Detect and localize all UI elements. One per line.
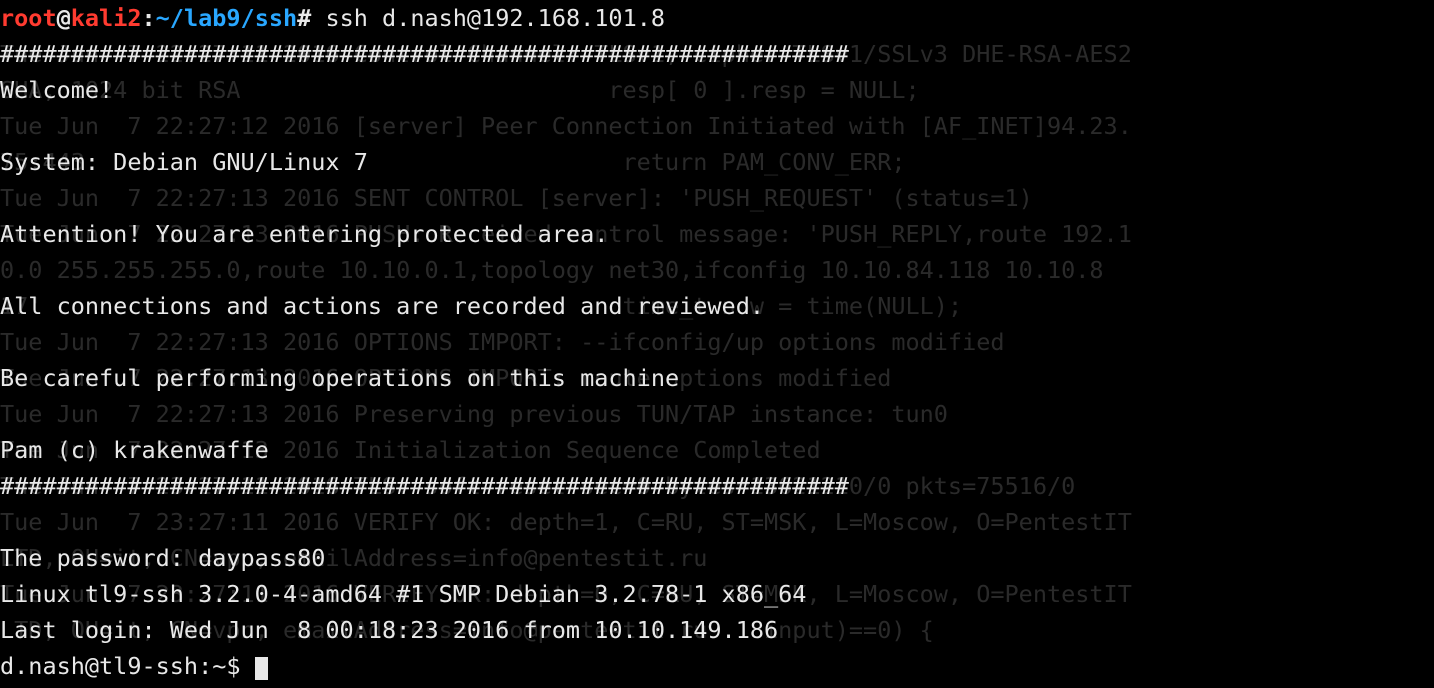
terminal-session[interactable]: root@kali2:~/lab9/ssh# ssh d.nash@192.16…: [0, 0, 849, 684]
banner-recorded: All connections and actions are recorded…: [0, 292, 764, 320]
motd-kernel: Linux tl9-ssh 3.2.0-4-amd64 #1 SMP Debia…: [0, 580, 806, 608]
prompt-line: root@kali2:~/lab9/ssh# ssh d.nash@192.16…: [0, 4, 665, 32]
cursor: [255, 657, 268, 681]
banner-copyright: Pam (c) krakenwaffe: [0, 436, 269, 464]
prompt-path: ~/lab9/ssh: [156, 4, 297, 32]
motd-last-login: Last login: Wed Jun 8 00:18:23 2016 from…: [0, 616, 778, 644]
ssh-command: ssh d.nash@192.168.101.8: [325, 4, 665, 32]
remote-shell-prompt[interactable]: d.nash@tl9-ssh:~$: [0, 652, 255, 680]
motd-password: The password: daypass80: [0, 544, 325, 572]
banner-rule: ########################################…: [0, 40, 849, 68]
prompt-user: root: [0, 4, 57, 32]
banner-attention: Attention! You are entering protected ar…: [0, 220, 608, 248]
prompt-at: @: [57, 4, 71, 32]
banner-welcome: Welcome!: [0, 76, 113, 104]
banner-rule: ########################################…: [0, 472, 849, 500]
prompt-end: #: [297, 4, 311, 32]
banner-careful: Be careful performing operations on this…: [0, 364, 679, 392]
prompt-sep: :: [142, 4, 156, 32]
banner-system: System: Debian GNU/Linux 7: [0, 148, 368, 176]
prompt-host: kali2: [71, 4, 142, 32]
